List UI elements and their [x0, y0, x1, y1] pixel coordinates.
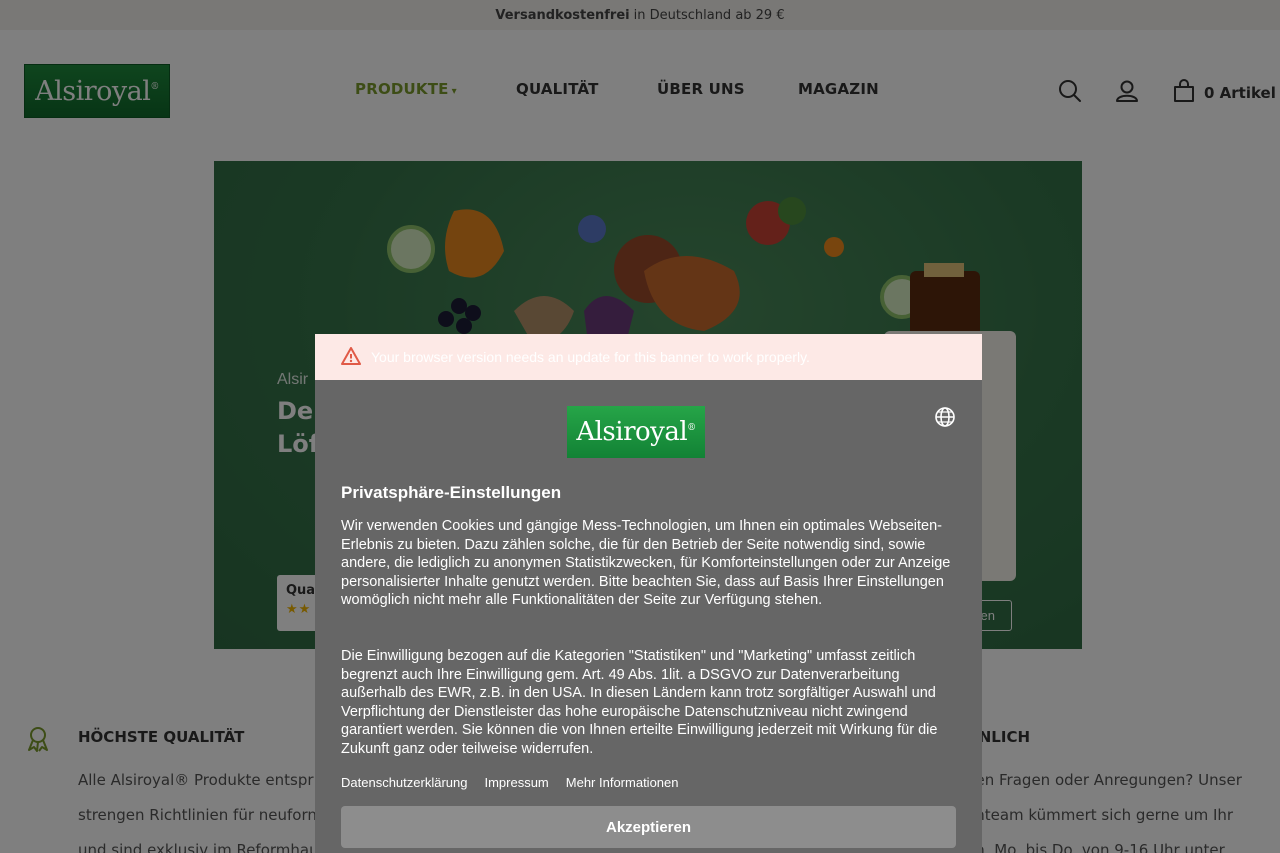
globe-icon[interactable] — [934, 406, 956, 428]
consent-dialog: Your browser version needs an update for… — [315, 334, 982, 853]
consent-links: Datenschutzerklärung Impressum Mehr Info… — [341, 775, 679, 790]
browser-warning: Your browser version needs an update for… — [315, 334, 982, 380]
accept-button[interactable]: Akzeptieren — [341, 806, 956, 848]
warning-text: Your browser version needs an update for… — [371, 349, 810, 365]
imprint-link[interactable]: Impressum — [484, 775, 548, 790]
consent-paragraph: Die Einwilligung bezogen auf die Kategor… — [341, 648, 938, 757]
consent-logo: Alsiroyal ® — [567, 406, 705, 458]
warning-icon — [341, 346, 361, 368]
consent-paragraph: Wir verwenden Cookies und gängige Mess-T… — [341, 518, 951, 609]
logo-text: Alsiroyal — [576, 417, 688, 447]
consent-title: Privatsphäre-Einstellungen — [341, 483, 562, 502]
logo-reg: ® — [687, 423, 696, 433]
privacy-policy-link[interactable]: Datenschutzerklärung — [341, 775, 467, 790]
more-info-link[interactable]: Mehr Informationen — [566, 775, 679, 790]
